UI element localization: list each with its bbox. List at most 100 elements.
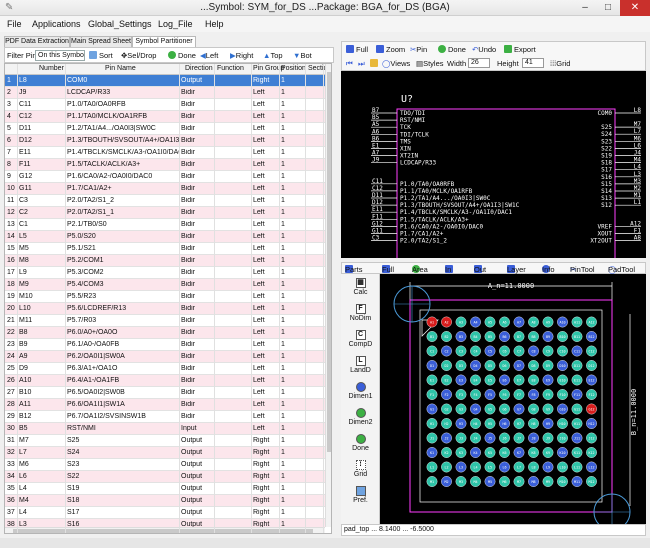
table-row[interactable]: 4 C12 P1.1/TA0/MCLK/OA1RFB Bidir Left 1 bbox=[5, 111, 325, 123]
styles-button[interactable]: ▤Styles bbox=[416, 59, 444, 68]
direction-cell: Bidir bbox=[181, 197, 196, 204]
pkg-done-button[interactable]: Done bbox=[341, 434, 380, 452]
top-button[interactable]: ▲Top bbox=[263, 51, 283, 60]
undo-button[interactable]: ↶Undo bbox=[472, 45, 496, 54]
menu-global-settings[interactable]: Global_Settings bbox=[88, 19, 152, 29]
table-row[interactable]: 36 M4 S18 Output Right 1 bbox=[5, 495, 325, 507]
sort-button[interactable]: Sort bbox=[89, 51, 113, 60]
table-row[interactable]: 33 M6 S23 Output Right 1 bbox=[5, 459, 325, 471]
table-row[interactable]: 27 B10 P6.5/OA0I2|SW0B Bidir Left 1 bbox=[5, 387, 325, 399]
symbol-canvas[interactable]: U? B7 TDO/TDI B5 RST/NMI A5 TCK A6 TDI/TCLK B6 TMS… bbox=[341, 71, 646, 258]
table-row[interactable]: 6 D12 P1.3/TBOUTH/SVSOUT/A4+/OA1I3... Bidir… bbox=[5, 135, 325, 147]
table-row[interactable]: 23 B9 P6.1/A0-/OA0FB Bidir Left 1 bbox=[5, 339, 325, 351]
menu-help[interactable]: Help bbox=[205, 19, 224, 29]
tab-pdf-data-extraction[interactable]: PDF Data Extraction bbox=[4, 36, 70, 47]
package-canvas[interactable]: A_n=11.0000 B_n=11.0000 A1 A2 A3 A4 A5 A6 A7 A8 A9… bbox=[380, 274, 646, 524]
landd-button[interactable]: L LandD bbox=[341, 356, 380, 374]
table-row[interactable]: 15 M5 P5.1/S21 Bidir Left 1 bbox=[5, 243, 325, 255]
done-button[interactable]: Done bbox=[168, 51, 196, 60]
table-row[interactable]: 3 C11 P1.0/TA0/OA0RFB Bidir Left 1 bbox=[5, 99, 325, 111]
folder-button[interactable] bbox=[370, 59, 380, 68]
minimize-button[interactable]: – bbox=[574, 0, 596, 16]
scroll-thumb[interactable] bbox=[327, 72, 331, 452]
table-row[interactable]: 31 M7 S25 Output Right 1 bbox=[5, 435, 325, 447]
pin-grid[interactable]: Number Pin Name Direction Function Pin G… bbox=[4, 63, 332, 534]
table-row[interactable]: 28 A11 P6.6/OA1I1|SW1A Bidir Left 1 bbox=[5, 399, 325, 411]
table-row[interactable]: 34 L6 S22 Output Right 1 bbox=[5, 471, 325, 483]
vertical-scrollbar[interactable] bbox=[325, 64, 331, 527]
col-function[interactable]: Function bbox=[217, 65, 244, 72]
dimen2-button[interactable]: Dimen2 bbox=[341, 408, 380, 426]
views-button[interactable]: ◯Views bbox=[382, 59, 410, 68]
table-row[interactable]: 17 L9 P5.3/COM2 Bidir Left 1 bbox=[5, 267, 325, 279]
table-row[interactable]: 10 G11 P1.7/CA1/A2+ Bidir Left 1 bbox=[5, 183, 325, 195]
table-row[interactable]: 16 M8 P5.2/COM1 Bidir Left 1 bbox=[5, 255, 325, 267]
table-row[interactable]: 19 M10 P5.5/R23 Bidir Left 1 bbox=[5, 291, 325, 303]
table-row[interactable]: 18 M9 P5.4/COM3 Bidir Left 1 bbox=[5, 279, 325, 291]
maximize-button[interactable]: □ bbox=[597, 0, 619, 16]
ball-label: K10 bbox=[559, 451, 565, 455]
sym-done-button[interactable]: Done bbox=[438, 45, 466, 54]
table-row[interactable]: 24 A9 P6.2/OA0I1|SW0A Bidir Left 1 bbox=[5, 351, 325, 363]
bot-button[interactable]: ▼Bot bbox=[293, 51, 312, 60]
position-cell: 1 bbox=[281, 257, 285, 264]
table-row[interactable]: 21 M11 P5.7/R03 Bidir Left 1 bbox=[5, 315, 325, 327]
tab-main-spread-sheet[interactable]: Main Spread Sheet bbox=[70, 36, 132, 47]
pkg-grid-button[interactable]: ⁞ Grid bbox=[341, 460, 380, 478]
table-row[interactable]: 5 D11 P1.2/TA1/A4.../OA0I3|SW0C Bidir Left 1 bbox=[5, 123, 325, 135]
right-button[interactable]: ▶Right bbox=[230, 51, 253, 60]
pref-button[interactable]: Pref. bbox=[341, 486, 380, 504]
table-row[interactable]: 30 B5 RST/NMI Input Left 1 bbox=[5, 423, 325, 435]
left-button[interactable]: ◀Left bbox=[200, 51, 218, 60]
col-pin-name[interactable]: Pin Name bbox=[105, 65, 136, 72]
scroll-thumb[interactable] bbox=[13, 529, 313, 533]
table-row[interactable]: 8 F11 P1.5/TACLK/ACLK/A3+ Bidir Left 1 bbox=[5, 159, 325, 171]
horizontal-scrollbar[interactable] bbox=[5, 527, 325, 533]
height-input[interactable]: 41 bbox=[522, 58, 544, 68]
table-row[interactable]: 12 C2 P2.0/TA2/S1_1 Bidir Left 1 bbox=[5, 207, 325, 219]
width-input[interactable]: 26 bbox=[468, 58, 490, 68]
compd-button[interactable]: C CompD bbox=[341, 330, 380, 348]
col-number[interactable]: Number bbox=[39, 65, 64, 72]
pin-name-cell: P6.0/A0+/OA0O bbox=[67, 329, 118, 336]
table-row[interactable]: 2 J9 LCDCAP/R33 Bidir Left 1 bbox=[5, 87, 325, 99]
table-row[interactable]: 25 D9 P6.3/A1+/OA1O Bidir Left 1 bbox=[5, 363, 325, 375]
dimen1-button[interactable]: Dimen1 bbox=[341, 382, 380, 400]
table-row[interactable]: 29 B12 P6.7/OA1I2/SVSINSW1B Bidir Left 1 bbox=[5, 411, 325, 423]
table-row[interactable]: 1 L8 COM0 Output Right 1 bbox=[5, 75, 325, 87]
table-row[interactable]: 14 L5 P5.0/S20 Bidir Left 1 bbox=[5, 231, 325, 243]
menu-applications[interactable]: Applications bbox=[32, 19, 81, 29]
pin-button[interactable]: ✂Pin bbox=[410, 45, 427, 54]
table-row[interactable]: 7 E11 P1.4/TBCLK/SMCLK/A3-/OA1I0/DAC1 Bidir… bbox=[5, 147, 325, 159]
nav-last-button[interactable]: ⏭ bbox=[358, 59, 365, 69]
table-row[interactable]: 20 L10 P5.6/LCDREF/R13 Bidir Left 1 bbox=[5, 303, 325, 315]
zoom-label: Zoom bbox=[386, 45, 406, 54]
nodim-button[interactable]: F NoDim bbox=[341, 304, 380, 322]
table-row[interactable]: 35 L4 S19 Output Right 1 bbox=[5, 483, 325, 495]
table-row[interactable]: 37 L4 S17 Output Right 1 bbox=[5, 507, 325, 519]
ball-label: E3 bbox=[459, 379, 463, 383]
export-button[interactable]: Export bbox=[504, 45, 536, 54]
pin-name-cell: P2.0/TA2/S1_2 bbox=[67, 197, 114, 204]
table-row[interactable]: 11 C3 P2.0/TA2/S1_2 Bidir Left 1 bbox=[5, 195, 325, 207]
table-row[interactable]: 26 A10 P6.4/A1-/OA1FB Bidir Left 1 bbox=[5, 375, 325, 387]
direction-cell: Output bbox=[181, 509, 203, 516]
zoom-button[interactable]: Zoom bbox=[376, 45, 405, 54]
sel-drop-button[interactable]: ✥Sel/Drop bbox=[121, 51, 156, 60]
close-button[interactable]: ✕ bbox=[620, 0, 650, 16]
col-position[interactable]: Position bbox=[281, 65, 306, 72]
table-row[interactable]: 32 L7 S24 Output Right 1 bbox=[5, 447, 325, 459]
nav-first-button[interactable]: ⏮ bbox=[346, 59, 353, 69]
menu-log-file[interactable]: Log_File bbox=[158, 19, 193, 29]
ball-label: B1 bbox=[430, 335, 434, 339]
pin-number-cell: L4 bbox=[19, 509, 27, 516]
calc-button[interactable]: ▦ Calc bbox=[341, 278, 380, 296]
table-row[interactable]: 9 G12 P1.6/CA0/A2-/OA0I0/DAC0 Bidir Left 1 bbox=[5, 171, 325, 183]
table-row[interactable]: 13 C1 P2.1/TB0/S0 Bidir Left 1 bbox=[5, 219, 325, 231]
menu-file[interactable]: File bbox=[7, 19, 22, 29]
filter-pins-select[interactable]: On this Symbo bbox=[35, 50, 85, 61]
col-direction[interactable]: Direction bbox=[185, 65, 213, 72]
full-button[interactable]: Full bbox=[346, 45, 368, 54]
grid-button[interactable]: ⁞⁞⁞Grid bbox=[550, 59, 570, 68]
table-row[interactable]: 22 B8 P6.0/A0+/OA0O Bidir Left 1 bbox=[5, 327, 325, 339]
